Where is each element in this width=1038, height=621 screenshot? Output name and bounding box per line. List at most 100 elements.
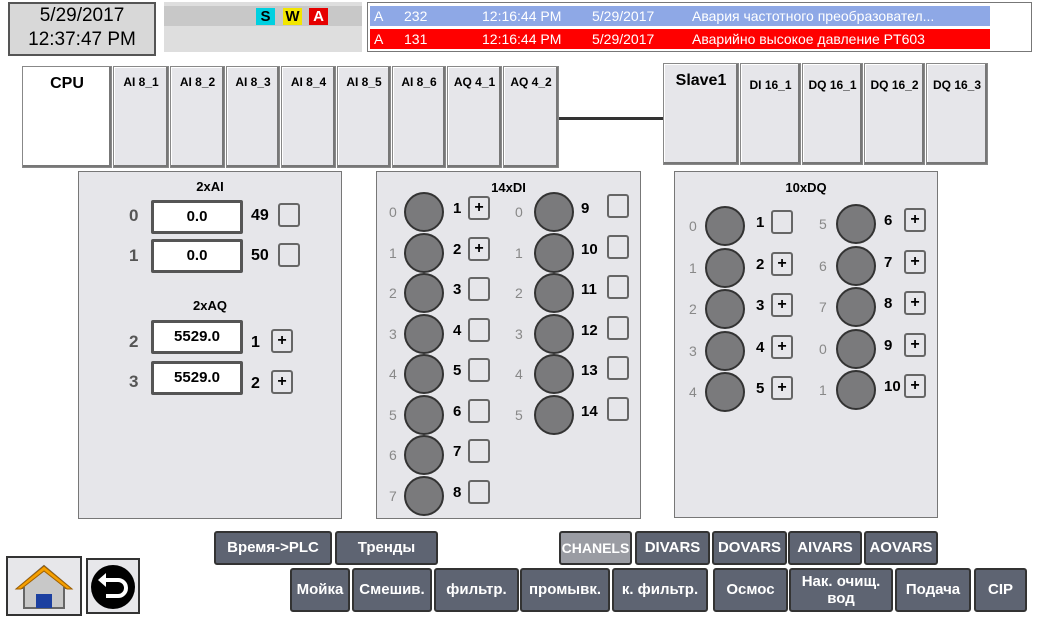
aq-value-field[interactable]: 5529.0 [151,320,243,354]
wash-button[interactable]: Мойка [290,568,350,612]
dq-index: 0 [819,340,827,357]
di-channel-checkbox[interactable] [607,356,629,380]
aq-value-field[interactable]: 5529.0 [151,361,243,395]
di-channel-checkbox[interactable] [468,398,490,423]
tab-chanels[interactable]: CHANELS [559,531,632,565]
tab-divars[interactable]: DIVARS [635,531,710,565]
di-channel-checkbox[interactable] [468,317,490,342]
di-status-led [534,192,574,232]
time-to-plc-button[interactable]: Время->PLC [214,531,332,565]
rack-module-ai8-5[interactable]: AI 8_5 [337,66,391,168]
dq-channel-checkbox[interactable]: + [771,334,793,359]
dq-channel-label: 9 [884,336,893,354]
ai-channel-checkbox[interactable] [278,243,300,267]
rack-module-cpu[interactable]: CPU [22,66,112,168]
di-index: 5 [389,406,397,423]
di-channel-checkbox[interactable] [468,479,490,504]
dq-channel-label: 4 [756,338,765,356]
dq-channel-checkbox[interactable]: + [771,376,793,400]
coarse-filter-button[interactable]: к. фильтр. [612,568,708,612]
home-button[interactable] [6,556,82,616]
di-channel-checkbox[interactable] [607,194,629,218]
di-channel-checkbox[interactable] [607,396,629,421]
dq-index: 3 [689,342,697,359]
rack-module-aq4-1[interactable]: AQ 4_1 [447,66,502,168]
rack-module-ai8-6[interactable]: AI 8_6 [392,66,446,168]
alarm-row[interactable]: A 232 12:16:44 PM 5/29/2017 Авария часто… [370,6,990,26]
mixing-button[interactable]: Смешив. [352,568,432,612]
di-index: 4 [515,366,523,382]
di-channel-checkbox[interactable] [468,439,490,463]
dq-channel-checkbox[interactable]: + [904,332,926,357]
dq-index: 5 [819,216,827,232]
status-s-indicator[interactable]: S [256,8,275,25]
rack-module-slave1[interactable]: Slave1 [663,63,739,165]
alarm-window[interactable]: A 232 12:16:44 PM 5/29/2017 Авария часто… [367,2,1032,52]
dq-channel-checkbox[interactable]: + [904,249,926,274]
tab-aivars[interactable]: AIVARS [788,531,862,565]
alarm-row[interactable]: A 131 12:16:44 PM 5/29/2017 Аварийно выс… [370,29,990,49]
rack-module-ai8-1[interactable]: AI 8_1 [113,66,169,168]
di-channel-checkbox[interactable] [607,315,629,340]
di-channel-checkbox[interactable] [607,234,629,259]
clean-water-storage-button[interactable]: Нак. очищ. вод [789,568,893,612]
dq-channel-checkbox[interactable]: + [904,208,926,232]
dq-index: 1 [689,259,697,276]
feed-button[interactable]: Подача [895,568,971,612]
dq-title: 10xDQ [785,180,827,195]
dq-channel-checkbox[interactable]: + [904,291,926,315]
alarm-text: Аварийно высокое давление PT603 [692,31,925,47]
di-status-led [404,435,444,475]
dq-channel-checkbox[interactable]: + [771,251,793,276]
dq-channel-checkbox[interactable]: + [771,293,793,317]
cip-button[interactable]: CIP [974,568,1027,612]
rack-module-ai8-2[interactable]: AI 8_2 [170,66,225,168]
osmosis-button[interactable]: Осмос [713,568,788,612]
aq-channel-checkbox[interactable]: + [271,370,293,394]
rack-module-dq16-2[interactable]: DQ 16_2 [864,63,925,165]
rack-module-dq16-1[interactable]: DQ 16_1 [802,63,863,165]
ai-value-field[interactable]: 0.0 [151,239,243,273]
rack-module-ai8-3[interactable]: AI 8_3 [226,66,280,168]
di-status-led [404,192,444,232]
dq-status-led [705,289,745,329]
rack-module-di16-1[interactable]: DI 16_1 [740,63,801,165]
di-channel-checkbox[interactable] [607,275,629,299]
dq-channel-checkbox[interactable] [771,210,793,234]
dq-status-led [836,370,876,410]
dq-channel-checkbox[interactable]: + [904,374,926,398]
di-channel-checkbox[interactable] [468,277,490,301]
ai-channel-checkbox[interactable] [278,203,300,227]
dq-index: 2 [689,301,697,317]
dq-status-led [836,204,876,244]
dq-index: 1 [819,382,827,398]
di-channel-checkbox[interactable] [468,358,490,382]
trends-button[interactable]: Тренды [335,531,438,565]
rack-module-aq4-2[interactable]: AQ 4_2 [503,66,559,168]
dq-channel-label: 5 [756,380,765,397]
ai-index: 0 [129,206,139,225]
back-button[interactable] [86,558,140,614]
di-channel-checkbox[interactable]: + [468,196,490,220]
dq-panel: 10xDQ 0 1 1 2 +2 3 +3 4 +4 5 +5 6 +6 7 +7 8 +0 9 +1 10 + [674,171,938,518]
aq-channel-checkbox[interactable]: + [271,329,293,353]
rinse-button[interactable]: промывк. [520,568,610,612]
rack-module-ai8-4[interactable]: AI 8_4 [281,66,336,168]
di-status-led [404,313,444,354]
ai-index: 1 [129,246,139,265]
status-a-indicator[interactable]: A [309,8,328,25]
status-w-indicator[interactable]: W [283,8,302,25]
dq-index: 7 [819,299,827,315]
di-channel-label: 13 [581,362,598,379]
di-channel-checkbox[interactable]: + [468,236,490,261]
date-text: 5/29/2017 [39,5,125,26]
ai-value-field[interactable]: 0.0 [151,200,243,234]
rack-module-dq16-3[interactable]: DQ 16_3 [926,63,988,165]
di-channel-label: 3 [453,281,462,298]
tab-dovars[interactable]: DOVARS [712,531,787,565]
filter-button[interactable]: фильтр. [434,568,519,612]
tab-aovars[interactable]: AOVARS [864,531,938,565]
di-index: 0 [389,204,397,220]
dq-status-led [836,287,876,327]
di-channel-label: 2 [453,240,462,258]
